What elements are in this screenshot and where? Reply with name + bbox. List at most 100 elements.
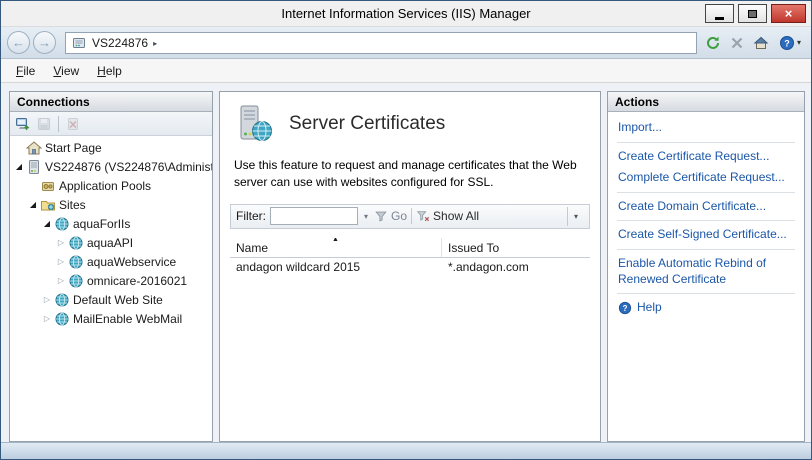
tree-item-label: aquaForIIs	[73, 217, 130, 231]
certificate-row[interactable]: andagon wildcard 2015*.andagon.com	[230, 258, 590, 277]
back-button[interactable]: ←	[7, 31, 30, 54]
tree-collapsed-icon[interactable]: ▷	[55, 258, 67, 266]
menu-bar: FileViewHelp	[1, 59, 811, 83]
column-header-label: Issued To	[448, 241, 499, 255]
tree-item-sites[interactable]: ◢ Sites	[10, 195, 212, 214]
feature-description: Use this feature to request and manage c…	[234, 157, 584, 192]
tree-item-label: Sites	[59, 198, 86, 212]
action-import[interactable]: Import...	[608, 117, 804, 139]
action-create-domain-certificate[interactable]: Create Domain Certificate...	[608, 196, 804, 218]
refresh-button[interactable]	[703, 33, 723, 53]
connect-icon	[15, 116, 31, 132]
connections-toolbar	[10, 112, 212, 136]
close-button[interactable]: ×	[771, 4, 806, 23]
stop-button[interactable]	[727, 33, 747, 53]
help-button[interactable]: ? ▾	[775, 33, 805, 53]
tree-expanded-icon[interactable]: ◢	[27, 201, 39, 209]
stop-icon	[729, 35, 745, 51]
close-icon: ×	[785, 7, 793, 20]
action-help[interactable]: ? Help	[608, 297, 804, 319]
home-icon	[26, 140, 42, 156]
filter-input[interactable]	[270, 207, 358, 225]
help-icon: ?	[779, 35, 795, 51]
tree-item-label: Default Web Site	[73, 293, 163, 307]
save-icon	[36, 116, 52, 132]
action-create-self-signed-certificate[interactable]: Create Self-Signed Certificate...	[608, 224, 804, 246]
show-all-button[interactable]: Show All	[416, 209, 479, 223]
chevron-down-icon: ▾	[574, 212, 578, 221]
filter-separator	[411, 208, 412, 224]
home-button[interactable]	[751, 33, 771, 53]
delete-connection-button[interactable]	[64, 115, 82, 133]
breadcrumb[interactable]: VS224876 ▸	[65, 32, 697, 54]
tree-item-mailenable-webmail[interactable]: ▷ MailEnable WebMail	[10, 309, 212, 328]
action-complete-certificate-request[interactable]: Complete Certificate Request...	[608, 167, 804, 189]
actions-separator	[617, 192, 795, 193]
tree-item-vs224876-vs224876-administ[interactable]: ◢VS224876 (VS224876\Administ	[10, 157, 212, 176]
tree-expanded-icon[interactable]: ◢	[13, 163, 25, 171]
save-connections-button[interactable]	[35, 115, 53, 133]
status-bar	[1, 442, 811, 459]
menu-view[interactable]: View	[44, 61, 88, 81]
page-title: Server Certificates	[289, 113, 445, 135]
globe-icon	[54, 216, 70, 232]
connections-tree: Start Page◢VS224876 (VS224876\AdministAp…	[10, 136, 212, 441]
tree-item-label: omnicare-2016021	[87, 274, 187, 288]
globe-icon	[54, 292, 70, 308]
pools-icon	[40, 178, 56, 194]
tree-item-start-page[interactable]: Start Page	[10, 138, 212, 157]
chevron-down-icon: ▾	[797, 38, 801, 47]
breadcrumb-server[interactable]: VS224876	[92, 36, 148, 50]
tree-item-label: aquaAPI	[87, 236, 133, 250]
menu-file[interactable]: File	[7, 61, 44, 81]
tree-item-label: aquaWebservice	[87, 255, 176, 269]
forward-icon: →	[38, 35, 51, 50]
actions-separator	[617, 220, 795, 221]
forward-button[interactable]: →	[33, 31, 56, 54]
column-header-name[interactable]: Name ▲	[230, 238, 442, 257]
tree-collapsed-icon[interactable]: ▷	[41, 296, 53, 304]
tree-collapsed-icon[interactable]: ▷	[55, 239, 67, 247]
group-by-dropdown[interactable]: ▾	[567, 207, 584, 226]
globe-icon	[68, 235, 84, 251]
action-create-certificate-request[interactable]: Create Certificate Request...	[608, 146, 804, 168]
column-header-issued-to[interactable]: Issued To	[442, 238, 590, 257]
tree-item-label: MailEnable WebMail	[73, 312, 182, 326]
window-title: Internet Information Services (IIS) Mana…	[1, 6, 811, 21]
menu-help[interactable]: Help	[88, 61, 131, 81]
action-label: Create Domain Certificate...	[618, 199, 766, 215]
create-connection-button[interactable]	[14, 115, 32, 133]
title-bar[interactable]: Internet Information Services (IIS) Mana…	[1, 1, 811, 27]
tree-item-application-pools[interactable]: Application Pools	[10, 176, 212, 195]
filter-label: Filter:	[236, 209, 266, 223]
maximize-button[interactable]	[738, 4, 767, 23]
sort-ascending-icon: ▲	[332, 238, 339, 243]
tree-item-aquaapi[interactable]: ▷ aquaAPI	[10, 233, 212, 252]
feature-panel: Server Certificates Use this feature to …	[219, 91, 601, 442]
tree-collapsed-icon[interactable]: ▷	[41, 315, 53, 323]
breadcrumb-arrow-icon[interactable]: ▸	[153, 39, 157, 48]
go-button[interactable]: Go	[374, 209, 407, 223]
minimize-button[interactable]	[705, 4, 734, 23]
cell-issued-to: *.andagon.com	[442, 258, 590, 277]
tree-collapsed-icon[interactable]: ▷	[55, 277, 67, 285]
tree-item-aquawebservice[interactable]: ▷ aquaWebservice	[10, 252, 212, 271]
actions-separator	[617, 293, 795, 294]
actions-separator	[617, 142, 795, 143]
tree-item-default-web-site[interactable]: ▷ Default Web Site	[10, 290, 212, 309]
action-label: Import...	[618, 120, 662, 136]
action-enable-automatic-rebind-of-renewed-certificate[interactable]: Enable Automatic Rebind of Renewed Certi…	[608, 253, 804, 290]
column-header-label: Name	[236, 241, 268, 255]
chevron-down-icon: ▾	[364, 212, 368, 221]
svg-text:?: ?	[623, 304, 628, 313]
tree-item-omnicare-2016021[interactable]: ▷ omnicare-2016021	[10, 271, 212, 290]
delete-icon	[65, 116, 81, 132]
tree-expanded-icon[interactable]: ◢	[41, 220, 53, 228]
certificates-list: Name ▲ Issued To andagon wildcard 2015*.an…	[230, 238, 590, 441]
filter-history-dropdown[interactable]: ▾	[362, 212, 370, 221]
feature-header: Server Certificates	[220, 92, 600, 144]
tree-item-aquaforiis[interactable]: ◢ aquaForIIs	[10, 214, 212, 233]
globe-icon	[68, 254, 84, 270]
action-label: Help	[637, 300, 662, 316]
home-icon	[753, 35, 769, 51]
